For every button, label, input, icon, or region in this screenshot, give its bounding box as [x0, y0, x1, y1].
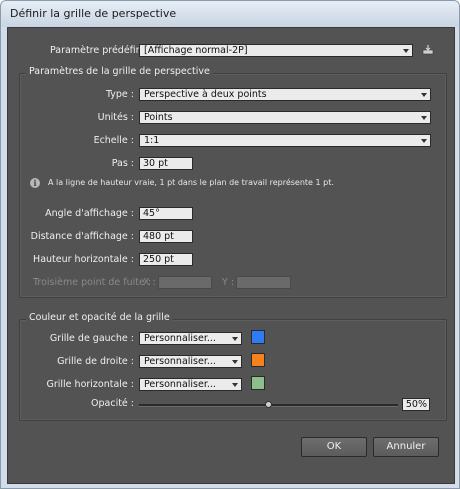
right-grid-label: Grille de droite :	[57, 356, 134, 367]
third-vp-label: Troisième point de fuite :	[33, 277, 152, 288]
left-grid-label: Grille de gauche :	[49, 333, 134, 344]
chevron-down-icon	[232, 337, 238, 341]
horizontal-grid-swatch[interactable]	[251, 376, 265, 390]
cancel-button[interactable]: Annuler	[373, 437, 439, 457]
left-grid-select[interactable]: Personnaliser...	[139, 332, 242, 345]
horizontal-grid-label: Grille horizontale :	[46, 379, 135, 390]
third-vp-x-input[interactable]	[158, 276, 212, 289]
scale-select[interactable]: 1:1	[139, 134, 431, 147]
opacity-label: Opacité :	[91, 398, 134, 409]
title-bar: Définir la grille de perspective	[1, 1, 459, 27]
step-label: Pas :	[111, 158, 134, 169]
scale-label: Echelle :	[93, 135, 134, 146]
opacity-slider-thumb[interactable]	[265, 401, 272, 408]
horizontal-grid-value: Personnaliser...	[144, 379, 216, 390]
view-angle-input[interactable]: 45°	[139, 207, 193, 220]
chevron-down-icon	[232, 360, 238, 364]
info-icon: i	[30, 178, 40, 188]
chevron-down-icon	[421, 139, 427, 143]
info-text: A la ligne de hauteur vraie, 1 pt dans l…	[48, 178, 334, 187]
third-vp-y-input[interactable]	[236, 276, 291, 289]
view-distance-input[interactable]: 480 pt	[139, 230, 193, 243]
chevron-down-icon	[232, 383, 238, 387]
horizon-height-label: Hauteur horizontale :	[33, 254, 134, 265]
right-grid-swatch[interactable]	[251, 353, 265, 367]
horizontal-grid-select[interactable]: Personnaliser...	[139, 378, 242, 391]
chevron-down-icon	[421, 116, 427, 120]
right-grid-select[interactable]: Personnaliser...	[139, 355, 242, 368]
view-angle-label: Angle d'affichage :	[45, 208, 134, 219]
third-vp-y-label: Y :	[222, 277, 235, 288]
type-select[interactable]: Perspective à deux points	[139, 88, 431, 101]
preset-label: Paramètre prédéfini :	[50, 45, 151, 56]
type-value: Perspective à deux points	[144, 89, 267, 100]
left-grid-value: Personnaliser...	[144, 333, 216, 344]
save-preset-icon[interactable]	[422, 45, 434, 55]
preset-value: [Affichage normal-2P]	[144, 45, 248, 56]
view-distance-label: Distance d'affichage :	[30, 231, 134, 242]
scale-value: 1:1	[144, 135, 160, 146]
preset-select[interactable]: [Affichage normal-2P]	[139, 44, 413, 57]
perspective-settings-title: Paramètres de la grille de perspective	[26, 66, 213, 77]
right-grid-value: Personnaliser...	[144, 356, 216, 367]
third-vp-x-label: X :	[143, 277, 156, 288]
step-input[interactable]: 30 pt	[139, 157, 193, 170]
horizon-height-input[interactable]: 250 pt	[139, 253, 193, 266]
dialog-body: Paramètre prédéfini : [Affichage normal-…	[7, 27, 455, 484]
units-label: Unités :	[97, 112, 134, 123]
chevron-down-icon	[421, 93, 427, 97]
units-select[interactable]: Points	[139, 111, 431, 124]
type-label: Type :	[105, 89, 134, 100]
dialog-window: Définir la grille de perspective Paramèt…	[0, 0, 460, 489]
chevron-down-icon	[403, 49, 409, 53]
left-grid-swatch[interactable]	[251, 330, 265, 344]
ok-button[interactable]: OK	[301, 437, 367, 457]
color-opacity-title: Couleur et opacité de la grille	[26, 312, 173, 323]
dialog-title: Définir la grille de perspective	[10, 7, 177, 20]
units-value: Points	[144, 112, 173, 123]
opacity-input[interactable]: 50%	[402, 398, 430, 411]
